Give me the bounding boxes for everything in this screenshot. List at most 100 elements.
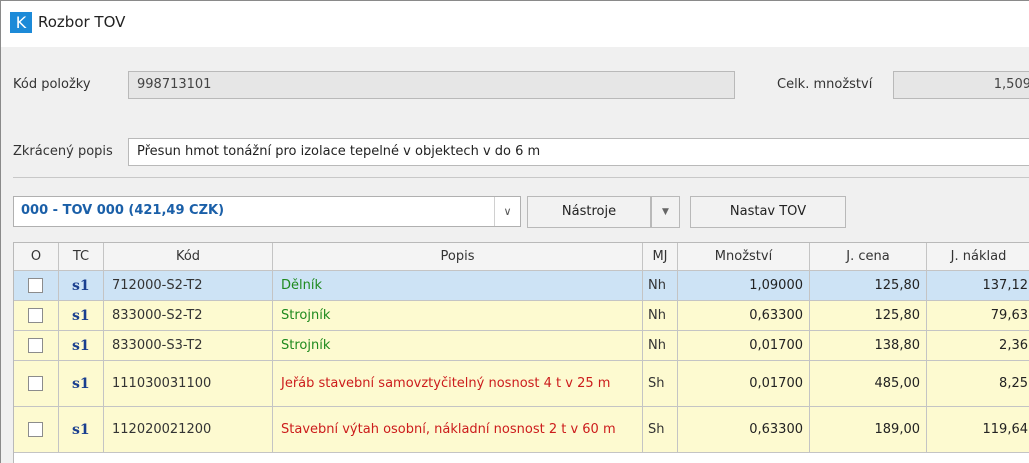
mj-cell[interactable]: Nh — [643, 331, 678, 361]
j-naklad-cell[interactable]: 137,12 — [927, 271, 1029, 301]
column-header-popis[interactable]: Popis — [273, 243, 643, 271]
mj-value: Nh — [648, 308, 666, 323]
table-row[interactable]: s1 112020021200 Stavební výtah osobní, nák… — [14, 407, 1029, 453]
mnozstvi-cell[interactable]: 0,01700 — [678, 331, 810, 361]
tc-cell[interactable]: s1 — [59, 301, 104, 331]
j-cena-value: 485,00 — [874, 376, 921, 391]
j-cena-cell[interactable]: 138,80 — [810, 331, 927, 361]
kod-polozky-label: Kód položky — [13, 77, 91, 92]
mj-value: Nh — [648, 338, 666, 353]
j-naklad-value: 2,36 — [999, 338, 1028, 353]
checkbox-cell[interactable] — [14, 301, 59, 331]
checkbox-icon[interactable] — [28, 376, 43, 391]
j-cena-cell[interactable]: 125,80 — [810, 301, 927, 331]
popis-cell[interactable]: Strojník — [273, 301, 643, 331]
kod-value: 833000-S3-T2 — [112, 338, 203, 353]
mnozstvi-value: 1,09000 — [749, 278, 803, 293]
j-cena-cell[interactable]: 125,80 — [810, 271, 927, 301]
tc-value: s1 — [72, 277, 90, 294]
tov-select[interactable]: 000 - TOV 000 (421,49 CZK) ∨ — [13, 196, 521, 227]
j-cena-value: 138,80 — [874, 338, 921, 353]
mnozstvi-cell[interactable]: 0,63300 — [678, 301, 810, 331]
j-naklad-value: 137,12 — [982, 278, 1029, 293]
j-naklad-cell[interactable]: 2,36 — [927, 331, 1029, 361]
mj-value: Nh — [648, 278, 666, 293]
mnozstvi-cell[interactable]: 0,63300 — [678, 407, 810, 453]
table-row[interactable]: s1 833000-S3-T2 Strojník Nh 0,01700 138,80 2,3… — [14, 331, 1029, 361]
mj-cell[interactable]: Sh — [643, 407, 678, 453]
mnozstvi-value: 0,63300 — [749, 422, 803, 437]
column-header-j-naklad[interactable]: J. náklad — [927, 243, 1029, 271]
kod-cell[interactable]: 712000-S2-T2 — [104, 271, 273, 301]
column-header-mj[interactable]: MJ — [643, 243, 678, 271]
popis-cell[interactable]: Stavební výtah osobní, nákladní nosnost … — [273, 407, 643, 453]
kod-value: 112020021200 — [112, 422, 212, 437]
tov-select-value: 000 - TOV 000 (421,49 CZK) — [21, 203, 225, 218]
column-header-tc[interactable]: TC — [59, 243, 104, 271]
tc-value: s1 — [72, 421, 90, 438]
triangle-down-icon[interactable]: ▼ — [651, 196, 680, 228]
nastroje-button[interactable]: Nástroje — [527, 196, 651, 228]
j-naklad-cell[interactable]: 119,64 — [927, 407, 1029, 453]
kod-cell[interactable]: 833000-S3-T2 — [104, 331, 273, 361]
table-header: O TC Kód Popis MJ Množství J. cena J. ná… — [14, 243, 1029, 271]
mj-cell[interactable]: Nh — [643, 301, 678, 331]
column-header-j-cena[interactable]: J. cena — [810, 243, 927, 271]
nastav-tov-button[interactable]: Nastav TOV — [690, 196, 846, 228]
popis-value: Strojník — [281, 338, 331, 353]
kod-cell[interactable]: 112020021200 — [104, 407, 273, 453]
checkbox-cell[interactable] — [14, 331, 59, 361]
tc-cell[interactable]: s1 — [59, 271, 104, 301]
mj-cell[interactable]: Nh — [643, 271, 678, 301]
checkbox-icon[interactable] — [28, 308, 43, 323]
kod-cell[interactable]: 111030031100 — [104, 361, 273, 407]
mnozstvi-cell[interactable]: 0,01700 — [678, 361, 810, 407]
celk-mnozstvi-field[interactable]: 1,509 — [893, 71, 1029, 99]
tc-value: s1 — [72, 307, 90, 324]
mnozstvi-value: 0,01700 — [749, 338, 803, 353]
popis-value: Strojník — [281, 308, 331, 323]
zkraceny-popis-label: Zkrácený popis — [13, 144, 113, 159]
checkbox-cell[interactable] — [14, 407, 59, 453]
popis-cell[interactable]: Jeřáb stavební samovztyčitelný nosnost 4… — [273, 361, 643, 407]
mnozstvi-value: 0,01700 — [749, 376, 803, 391]
popis-cell[interactable]: Dělník — [273, 271, 643, 301]
mj-value: Sh — [648, 376, 665, 391]
window-title: Rozbor TOV — [38, 13, 126, 31]
mj-cell[interactable]: Sh — [643, 361, 678, 407]
kod-polozky-field[interactable]: 998713101 — [128, 71, 735, 99]
j-naklad-cell[interactable]: 8,25 — [927, 361, 1029, 407]
j-naklad-cell[interactable]: 79,63 — [927, 301, 1029, 331]
j-cena-cell[interactable]: 485,00 — [810, 361, 927, 407]
checkbox-icon[interactable] — [28, 338, 43, 353]
j-naklad-value: 8,25 — [999, 376, 1028, 391]
mnozstvi-cell[interactable]: 1,09000 — [678, 271, 810, 301]
tc-cell[interactable]: s1 — [59, 331, 104, 361]
table-row[interactable]: s1 833000-S2-T2 Strojník Nh 0,63300 125,80 79,… — [14, 301, 1029, 331]
zkraceny-popis-field[interactable]: Přesun hmot tonážní pro izolace tepelné … — [128, 138, 1029, 166]
column-header-o[interactable]: O — [14, 243, 59, 271]
j-cena-cell[interactable]: 189,00 — [810, 407, 927, 453]
tc-cell[interactable]: s1 — [59, 407, 104, 453]
j-naklad-value: 79,63 — [990, 308, 1028, 323]
table-row[interactable]: s1 712000-S2-T2 Dělník Nh 1,09000 125,80 137,1… — [14, 271, 1029, 301]
kod-cell[interactable]: 833000-S2-T2 — [104, 301, 273, 331]
rozbor-tov-window: K Rozbor TOV Kód položky 998713101 Celk.… — [0, 0, 1029, 463]
column-header-mnozstvi[interactable]: Množství — [678, 243, 810, 271]
popis-cell[interactable]: Strojník — [273, 331, 643, 361]
popis-value: Stavební výtah osobní, nákladní nosnost … — [281, 422, 616, 437]
title-bar: K Rozbor TOV — [1, 1, 1029, 47]
checkbox-cell[interactable] — [14, 271, 59, 301]
mj-value: Sh — [648, 422, 665, 437]
tc-cell[interactable]: s1 — [59, 361, 104, 407]
kod-value: 833000-S2-T2 — [112, 308, 203, 323]
chevron-down-icon[interactable]: ∨ — [494, 197, 520, 226]
column-header-kod[interactable]: Kód — [104, 243, 273, 271]
section-divider — [13, 177, 1029, 178]
checkbox-icon[interactable] — [28, 422, 43, 437]
kod-value: 111030031100 — [112, 376, 212, 391]
checkbox-cell[interactable] — [14, 361, 59, 407]
checkbox-icon[interactable] — [28, 278, 43, 293]
table-row[interactable]: s1 111030031100 Jeřáb stavební samovztyčit… — [14, 361, 1029, 407]
j-naklad-value: 119,64 — [982, 422, 1029, 437]
